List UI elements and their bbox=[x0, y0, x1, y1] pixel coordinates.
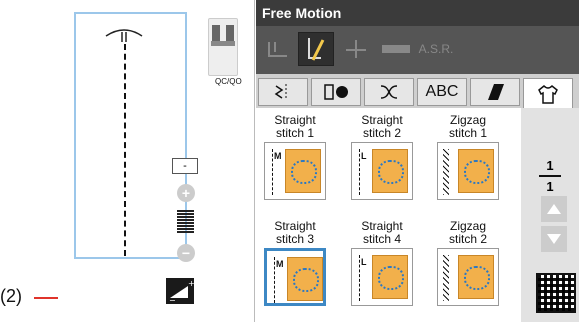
page-navigator: 1 1 bbox=[521, 108, 579, 322]
stitch-mark: L bbox=[361, 257, 367, 267]
stitch-mark: L bbox=[361, 151, 367, 161]
svg-text:+: + bbox=[188, 279, 194, 288]
stitch-grid: Straight stitch 1 M Straight stitch 2 L Zi… bbox=[256, 108, 521, 322]
svg-text:−: − bbox=[169, 296, 176, 304]
arrow-up-icon bbox=[547, 204, 561, 214]
zigzag-stitch-icon bbox=[443, 149, 449, 195]
straight-stitch-icon bbox=[359, 255, 360, 301]
zigzag-stitch-icon bbox=[443, 255, 449, 301]
tension-button[interactable]: + − bbox=[166, 278, 195, 305]
buttonhole-icon bbox=[324, 84, 348, 100]
tension-icon: + − bbox=[169, 279, 195, 305]
stitch-mark: M bbox=[274, 151, 282, 161]
tab-buttonhole[interactable] bbox=[311, 78, 361, 106]
stitch-label: stitch 1 bbox=[448, 126, 487, 140]
stitch-label: Zigzag bbox=[449, 113, 487, 127]
stitch-label: stitch 2 bbox=[362, 126, 401, 140]
stitch-straight-2[interactable]: Straight stitch 2 L bbox=[348, 114, 416, 200]
straight-stitch-icon bbox=[274, 257, 275, 303]
stitch-zigzag-1[interactable]: Zigzag stitch 1 bbox=[434, 114, 502, 200]
straight-stitch-icon bbox=[359, 149, 360, 195]
preview-frame bbox=[74, 12, 187, 259]
fabric-icon bbox=[458, 255, 494, 299]
stitch-tile[interactable]: M bbox=[264, 142, 326, 200]
tab-utility[interactable] bbox=[258, 78, 308, 106]
tab-decorative[interactable] bbox=[364, 78, 414, 106]
flower-icon bbox=[464, 266, 490, 290]
fabric-icon bbox=[287, 257, 323, 301]
stitch-label: Zigzag bbox=[449, 219, 487, 233]
decrease-button[interactable]: − bbox=[177, 244, 195, 262]
increase-button[interactable]: + bbox=[177, 184, 195, 202]
needle-mode-icon bbox=[346, 40, 366, 58]
stitch-zigzag-2[interactable]: Zigzag stitch 2 bbox=[434, 220, 502, 306]
tab-quilting[interactable] bbox=[470, 78, 520, 106]
page-current: 1 bbox=[546, 158, 554, 173]
ruler-mode-icon bbox=[382, 45, 410, 53]
decorative-stitch-icon bbox=[380, 85, 398, 99]
page-title: Free Motion bbox=[256, 0, 579, 26]
stitch-tile[interactable]: L bbox=[351, 248, 413, 306]
stitch-label: stitch 1 bbox=[275, 126, 314, 140]
mode-toolbar: A.S.R. bbox=[256, 26, 579, 74]
page-total: 1 bbox=[546, 179, 554, 194]
tab-garment[interactable] bbox=[523, 78, 573, 108]
stitch-label: Straight bbox=[274, 113, 316, 127]
page-indicator: 1 1 bbox=[539, 158, 561, 194]
page-up-button[interactable] bbox=[541, 196, 567, 222]
stitch-preview-panel: QC/QO - + − + − bbox=[58, 0, 255, 322]
quilting-icon bbox=[488, 84, 504, 100]
stitch-length-minus-button[interactable]: - bbox=[172, 158, 198, 174]
presser-foot-icon bbox=[211, 25, 235, 46]
presser-foot-mode-icon bbox=[268, 42, 287, 57]
fabric-icon bbox=[285, 149, 321, 193]
page-down-button[interactable] bbox=[541, 226, 567, 252]
qr-code-icon[interactable] bbox=[536, 273, 576, 313]
tab-alphabet[interactable]: ABC bbox=[417, 78, 467, 106]
arrow-down-icon bbox=[547, 234, 561, 244]
stitch-mark: M bbox=[276, 259, 284, 269]
stitch-label: stitch 2 bbox=[448, 232, 487, 246]
flower-icon bbox=[378, 266, 404, 290]
foot-label: QC/QO bbox=[215, 77, 242, 86]
stitch-tile[interactable] bbox=[437, 248, 499, 306]
stitch-label: Straight bbox=[361, 219, 403, 233]
free-motion-mode-icon bbox=[308, 38, 325, 61]
fabric-icon bbox=[372, 255, 408, 299]
presser-foot-outline-icon bbox=[105, 29, 143, 42]
fabric-icon bbox=[372, 149, 408, 193]
callout-label: (2) bbox=[0, 286, 22, 306]
stitch-straight-4[interactable]: Straight stitch 4 L bbox=[348, 220, 416, 306]
flower-icon bbox=[464, 160, 490, 184]
straight-stitch-icon bbox=[272, 149, 273, 195]
flower-icon bbox=[378, 160, 404, 184]
stitch-selection-panel: Free Motion A.S.R. ABC Straight stitch 1… bbox=[256, 0, 579, 322]
stitch-label: stitch 4 bbox=[362, 232, 401, 246]
utility-stitch-icon bbox=[274, 84, 287, 100]
stitch-label: Straight bbox=[274, 219, 316, 233]
free-motion-mode-button[interactable] bbox=[298, 32, 334, 66]
stitch-tile[interactable] bbox=[437, 142, 499, 200]
category-tabs: ABC bbox=[256, 74, 579, 108]
asr-mode-button[interactable]: A.S.R. bbox=[418, 32, 454, 66]
flower-icon bbox=[291, 160, 317, 184]
screen: (2) QC/QO - + − + − Free Motion A.S.R. A… bbox=[0, 0, 579, 322]
stitch-line-preview bbox=[124, 44, 126, 256]
presser-foot-mode-button[interactable] bbox=[260, 32, 296, 66]
stitch-tile[interactable]: L bbox=[351, 142, 413, 200]
stitch-label: stitch 3 bbox=[275, 232, 314, 246]
garment-icon bbox=[538, 84, 558, 104]
stitch-straight-3[interactable]: Straight stitch 3 M bbox=[261, 220, 329, 306]
stitch-tile-selected[interactable]: M bbox=[264, 248, 326, 306]
ruler-mode-button[interactable] bbox=[378, 32, 414, 66]
fabric-icon bbox=[458, 149, 494, 193]
density-icon bbox=[177, 210, 194, 236]
needle-mode-button[interactable] bbox=[338, 32, 374, 66]
stitch-label: Straight bbox=[361, 113, 403, 127]
presser-foot-button[interactable]: QC/QO bbox=[208, 18, 242, 86]
flower-icon bbox=[293, 268, 319, 292]
stitch-straight-1[interactable]: Straight stitch 1 M bbox=[261, 114, 329, 200]
